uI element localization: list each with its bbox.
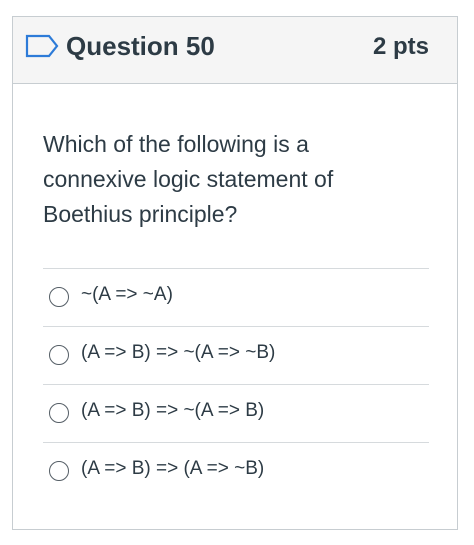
answer-option[interactable]: (A => B) => ~(A => B) [43, 384, 429, 442]
answer-option[interactable]: (A => B) => (A => ~B) [43, 442, 429, 500]
question-header: Question 50 2 pts [13, 17, 457, 84]
question-points: 2 pts [372, 33, 429, 60]
answer-option[interactable]: ~(A => ~A) [43, 268, 429, 326]
radio-button[interactable] [49, 345, 69, 365]
radio-button[interactable] [49, 403, 69, 423]
question-title: Question 50 [66, 31, 215, 61]
radio-button[interactable] [49, 287, 69, 307]
answer-list: ~(A => ~A) (A => B) => ~(A => ~B) (A => … [43, 268, 429, 500]
answer-option[interactable]: (A => B) => ~(A => ~B) [43, 326, 429, 384]
answer-label[interactable]: ~(A => ~A) [81, 284, 173, 306]
flag-outline-icon[interactable] [25, 34, 59, 58]
question-card: Question 50 2 pts Which of the following… [12, 16, 458, 530]
radio-button[interactable] [49, 461, 69, 481]
answer-label[interactable]: (A => B) => (A => ~B) [81, 458, 264, 480]
question-text: Which of the following is a connexive lo… [43, 131, 334, 227]
answer-label[interactable]: (A => B) => ~(A => B) [81, 400, 264, 422]
answer-label[interactable]: (A => B) => ~(A => ~B) [81, 342, 275, 364]
